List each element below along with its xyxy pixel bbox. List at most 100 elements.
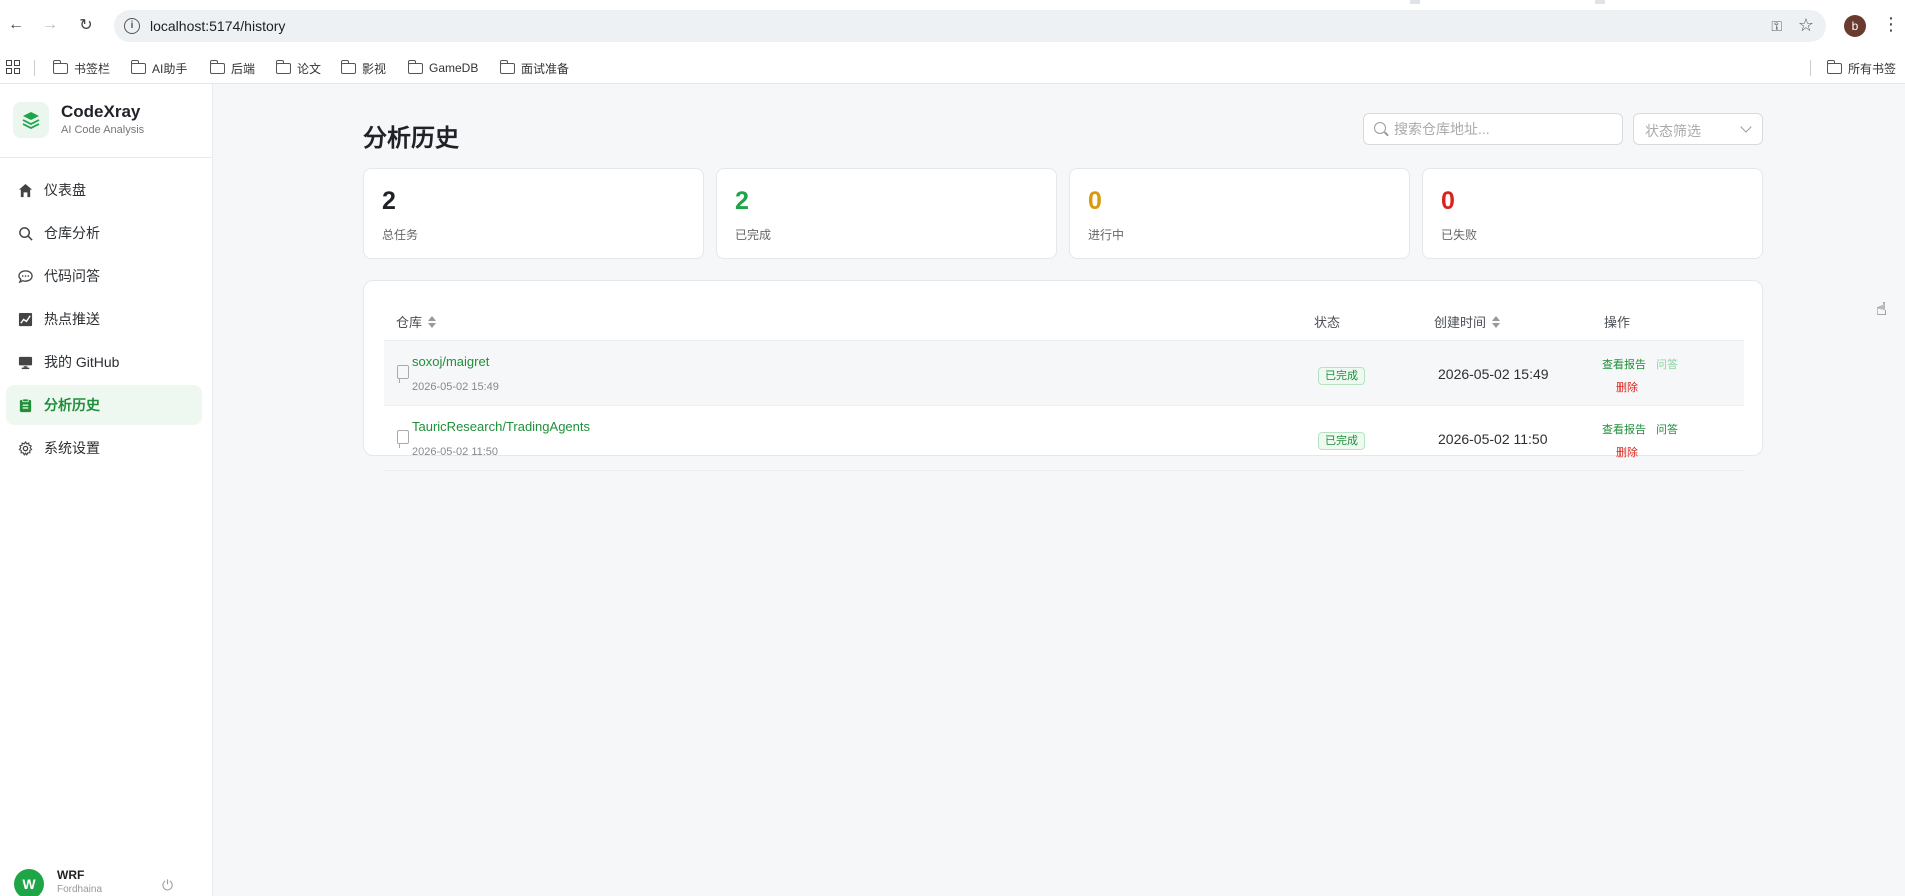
folder-icon	[209, 59, 225, 74]
url-text[interactable]: localhost:5174/history	[150, 18, 285, 34]
avatar: W	[14, 869, 44, 896]
column-header-repo[interactable]: 仓库	[396, 312, 437, 331]
qa-button[interactable]: 问答	[1656, 421, 1678, 437]
page-title: 分析历史	[363, 125, 459, 152]
column-header-created[interactable]: 创建时间	[1434, 312, 1501, 331]
sidebar: CodeXray AI Code Analysis 仪表盘 仓库分析 代码问答 …	[0, 84, 213, 896]
sidebar-item-settings[interactable]: 系统设置	[6, 428, 202, 468]
history-table: 仓库 状态 创建时间 操作 soxoj/maigret 2026-05-02 1…	[363, 280, 1763, 471]
home-icon	[17, 182, 33, 198]
sidebar-item-history[interactable]: 分析历史	[6, 385, 202, 425]
repo-link[interactable]: TauricResearch/TradingAgents	[412, 419, 590, 434]
search-icon	[17, 225, 33, 241]
bookmark-folder[interactable]: AI助手	[130, 59, 188, 77]
created-time: 2026-05-02 11:50	[1438, 431, 1548, 447]
tab[interactable]	[1605, 0, 1905, 4]
stat-card-completed: 2 已完成	[716, 168, 1057, 259]
layers-logo-icon	[13, 102, 49, 138]
repo-date: 2026-05-02 15:49	[412, 381, 499, 393]
status-badge: 已完成	[1318, 367, 1365, 385]
brand-title: CodeXray	[61, 102, 141, 121]
sort-icon[interactable]	[1492, 315, 1501, 328]
active-tab[interactable]	[0, 0, 1410, 4]
brand[interactable]: CodeXray AI Code Analysis	[13, 102, 144, 138]
column-header-label: 创建时间	[1434, 315, 1487, 330]
search-icon	[1374, 122, 1386, 134]
bookmark-folder[interactable]: 影视	[340, 59, 387, 77]
delete-button[interactable]: 删除	[1616, 444, 1638, 460]
bookmarks-divider	[34, 60, 35, 76]
user-subtitle: Fordhaina	[57, 884, 103, 895]
browser-menu-icon[interactable]: ⋮	[1882, 14, 1900, 35]
hand-cursor-icon: ☝	[1876, 299, 1887, 319]
chat-icon	[17, 268, 33, 284]
sidebar-item-label: 分析历史	[44, 397, 100, 413]
all-bookmarks-folder[interactable]: 所有书签	[1826, 59, 1897, 77]
column-header-status: 状态	[1314, 312, 1340, 331]
sidebar-item-dashboard[interactable]: 仪表盘	[6, 170, 202, 210]
sidebar-item-label: 仪表盘	[44, 182, 86, 198]
sidebar-item-code-qa[interactable]: 代码问答	[6, 256, 202, 296]
repo-icon	[397, 365, 409, 383]
tab[interactable]	[1420, 0, 1595, 4]
status-filter-value: 状态筛选	[1645, 123, 1701, 139]
repo-link[interactable]: soxoj/maigret	[412, 354, 489, 369]
sidebar-item-repo-analysis[interactable]: 仓库分析	[6, 213, 202, 253]
password-key-icon[interactable]: ⚿	[1771, 18, 1782, 35]
sidebar-item-my-github[interactable]: 我的 GitHub	[6, 342, 202, 382]
stat-label: 进行中	[1088, 228, 1125, 242]
table-row[interactable]: TauricResearch/TradingAgents 2026-05-02 …	[384, 406, 1744, 471]
folder-icon	[1826, 59, 1842, 74]
reload-icon[interactable]: ↻	[74, 13, 98, 37]
stat-value: 2	[382, 187, 396, 215]
column-header-label: 仓库	[396, 315, 423, 330]
status-filter-select[interactable]: 状态筛选	[1633, 113, 1763, 145]
search-input[interactable]	[1394, 120, 1614, 138]
search-field[interactable]	[1363, 113, 1623, 145]
view-report-button[interactable]: 查看报告	[1602, 356, 1646, 372]
table-row[interactable]: soxoj/maigret 2026-05-02 15:49 已完成 2026-…	[384, 341, 1744, 406]
delete-button[interactable]: 删除	[1616, 379, 1638, 395]
folder-icon	[130, 59, 146, 74]
bookmark-label: GameDB	[429, 61, 479, 75]
stat-card-total: 2 总任务	[363, 168, 704, 259]
bookmarks-bar: 书签栏 AI助手 后端 论文 影视 GameDB 面试准备 所有书签	[0, 51, 1905, 84]
forward-icon[interactable]: →	[38, 13, 62, 37]
bookmark-folder[interactable]: 书签栏	[52, 59, 111, 77]
bookmark-folder[interactable]: 面试准备	[499, 59, 569, 77]
folder-icon	[407, 59, 423, 74]
user-name: WRF	[57, 868, 85, 882]
bookmark-folder[interactable]: GameDB	[407, 59, 479, 77]
stat-label: 已完成	[735, 228, 772, 242]
back-icon[interactable]: ←	[4, 13, 28, 37]
bookmark-folder[interactable]: 论文	[275, 59, 322, 77]
chevron-down-icon	[1740, 121, 1752, 133]
column-header-label: 操作	[1604, 315, 1631, 330]
bookmark-label: AI助手	[152, 61, 188, 76]
user-profile[interactable]: W WRF Fordhaina	[14, 868, 102, 896]
bookmark-star-icon[interactable]: ☆	[1798, 15, 1814, 36]
apps-grid-icon[interactable]	[6, 60, 20, 74]
clipboard-icon	[17, 397, 33, 413]
bookmark-label: 论文	[297, 61, 322, 76]
qa-button[interactable]: 问答	[1656, 356, 1678, 372]
bookmark-folder[interactable]: 后端	[209, 59, 255, 77]
address-bar[interactable]: i localhost:5174/history ⚿ ☆	[114, 10, 1826, 42]
stat-value: 2	[735, 187, 749, 215]
bookmark-label: 书签栏	[74, 61, 111, 76]
stat-label: 总任务	[382, 228, 419, 242]
status-badge: 已完成	[1318, 432, 1365, 450]
site-info-icon[interactable]: i	[124, 18, 140, 34]
bookmark-label: 所有书签	[1848, 61, 1897, 76]
sort-icon[interactable]	[428, 315, 437, 328]
main-content: 分析历史 状态筛选 2 总任务 2 已完成 0 进行中 0 已失败 仓库 状态 …	[213, 84, 1905, 896]
folder-icon	[340, 59, 356, 74]
gear-icon	[17, 440, 33, 456]
view-report-button[interactable]: 查看报告	[1602, 421, 1646, 437]
bookmark-label: 影视	[362, 61, 387, 76]
logout-power-icon[interactable]: ⏻	[162, 877, 173, 894]
profile-avatar[interactable]: b	[1844, 15, 1866, 37]
repo-icon	[397, 430, 409, 448]
trend-icon	[17, 311, 33, 327]
sidebar-item-trending[interactable]: 热点推送	[6, 299, 202, 339]
